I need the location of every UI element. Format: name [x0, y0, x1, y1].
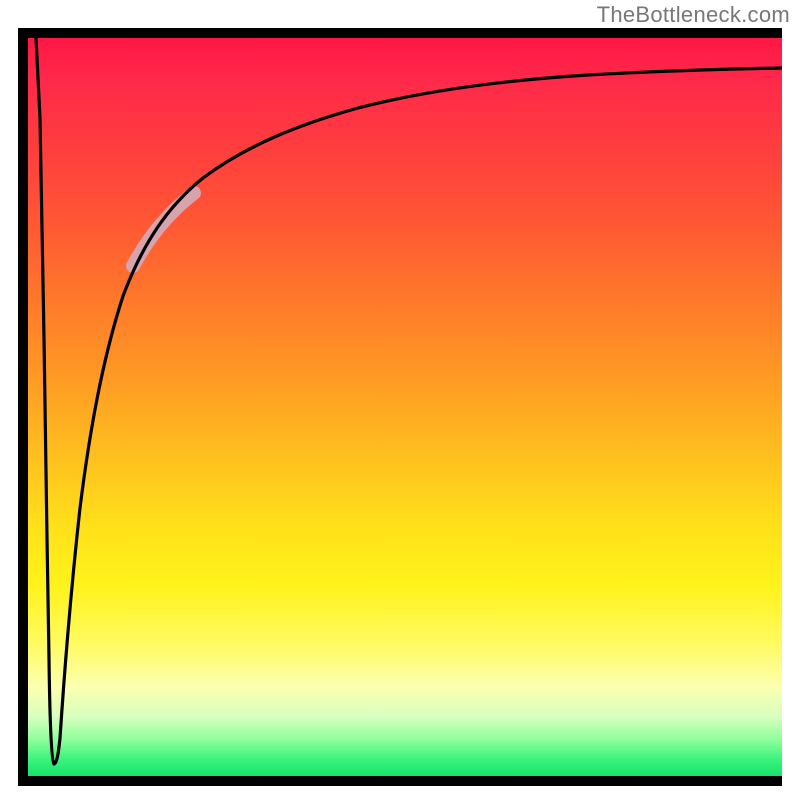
curve-svg: [28, 38, 782, 776]
main-curve: [36, 38, 782, 764]
plot-area: [28, 38, 782, 776]
chart-stage: TheBottleneck.com: [0, 0, 800, 800]
watermark-text: TheBottleneck.com: [597, 2, 790, 28]
chart-frame: [18, 28, 782, 786]
